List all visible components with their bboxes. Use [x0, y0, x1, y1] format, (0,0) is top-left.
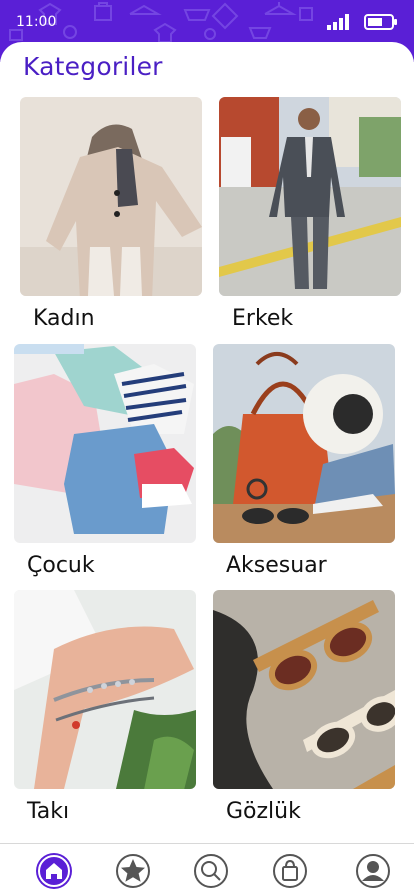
star-icon — [116, 854, 150, 888]
page-title: Kategoriler — [23, 52, 163, 81]
category-label: Gözlük — [226, 799, 301, 824]
category-image-women — [20, 97, 202, 296]
category-label: Aksesuar — [226, 553, 327, 578]
nav-search[interactable] — [193, 853, 229, 889]
nav-profile[interactable] — [355, 853, 391, 889]
categories-sheet: Kategoriler Kadın Erkek Çocuk Aksesuar T… — [0, 42, 414, 844]
category-image-glasses — [213, 590, 395, 789]
status-time: 11:00 — [16, 14, 57, 30]
nav-bag[interactable] — [272, 853, 308, 889]
category-card-men[interactable]: Erkek — [219, 97, 401, 331]
profile-icon — [356, 854, 390, 888]
category-image-jewelry — [14, 590, 196, 789]
signal-icon — [327, 14, 349, 30]
home-icon — [38, 855, 70, 887]
category-image-men — [219, 97, 401, 296]
category-card-jewelry[interactable]: Takı — [14, 590, 196, 824]
category-label: Kadın — [33, 306, 95, 331]
nav-favorites[interactable] — [115, 853, 151, 889]
category-label: Takı — [27, 799, 70, 824]
category-card-kids[interactable]: Çocuk — [14, 344, 196, 578]
battery-icon — [364, 14, 397, 30]
category-label: Erkek — [232, 306, 294, 331]
nav-home[interactable] — [36, 853, 72, 889]
search-icon — [194, 854, 228, 888]
category-card-accessories[interactable]: Aksesuar — [213, 344, 395, 578]
category-image-accessories — [213, 344, 395, 543]
category-label: Çocuk — [27, 553, 95, 578]
category-card-glasses[interactable]: Gözlük — [213, 590, 395, 824]
bag-icon — [273, 854, 307, 888]
category-image-kids — [14, 344, 196, 543]
bottom-nav — [0, 843, 414, 896]
category-card-women[interactable]: Kadın — [20, 97, 202, 331]
